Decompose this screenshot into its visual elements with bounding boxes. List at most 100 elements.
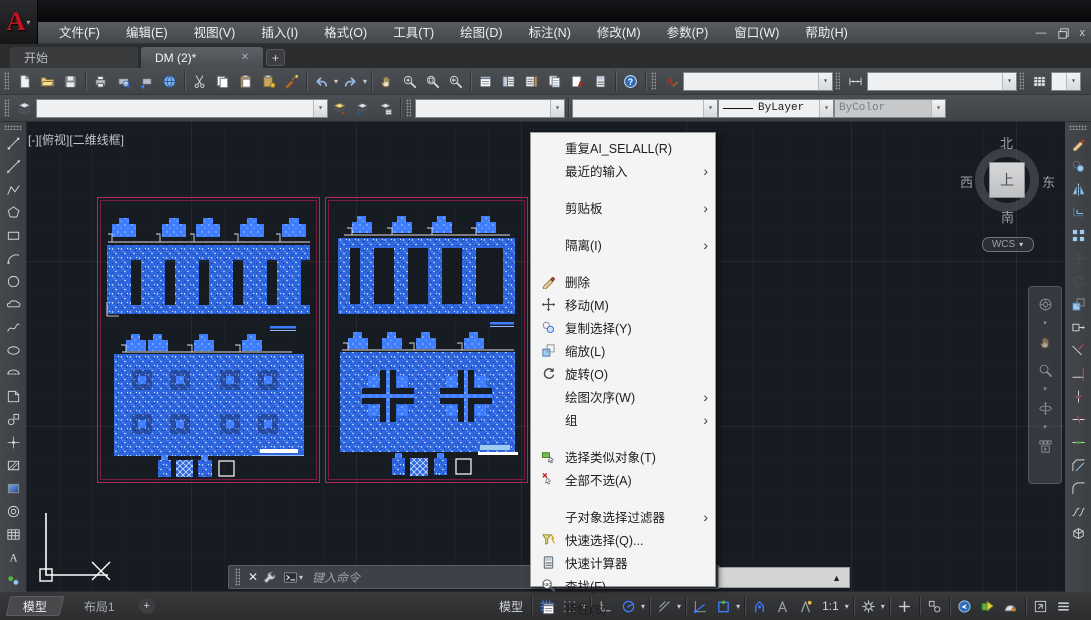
point-button[interactable] xyxy=(2,431,25,454)
save-button[interactable] xyxy=(59,70,82,92)
polygon-button[interactable] xyxy=(2,201,25,224)
plot-button[interactable] xyxy=(135,70,158,92)
offset-button[interactable] xyxy=(1067,201,1090,224)
tab-layout1[interactable]: 布局1 xyxy=(68,596,132,616)
undo-button[interactable] xyxy=(310,70,333,92)
graphics-warn-button[interactable] xyxy=(999,595,1022,617)
color-combo[interactable]: ▾ xyxy=(415,99,565,118)
cad-sheet-2[interactable] xyxy=(325,197,528,483)
hatch-button[interactable] xyxy=(2,454,25,477)
array-button[interactable] xyxy=(1067,224,1090,247)
menu-item-7[interactable]: 绘图(D) xyxy=(447,22,515,44)
redo-button[interactable] xyxy=(339,70,362,92)
annotation-scale-value[interactable]: 1:1 xyxy=(817,599,844,613)
plus-button[interactable] xyxy=(893,595,916,617)
menu-item-2[interactable]: 编辑(E) xyxy=(113,22,181,44)
command-close-icon[interactable]: ✕ xyxy=(244,570,262,584)
insert-block-button[interactable] xyxy=(2,385,25,408)
zoom-window-button[interactable] xyxy=(421,70,444,92)
toolbar-grip[interactable] xyxy=(651,72,656,90)
print-button[interactable] xyxy=(89,70,112,92)
anno-auto-button[interactable] xyxy=(794,595,817,617)
menu-item-8[interactable]: 标注(N) xyxy=(516,22,584,44)
ellipse-button[interactable] xyxy=(2,339,25,362)
open-folder-button[interactable] xyxy=(36,70,59,92)
properties-window-button[interactable] xyxy=(474,70,497,92)
statusbar-model-label[interactable]: 模型 xyxy=(494,598,528,615)
isolate-button[interactable] xyxy=(923,595,946,617)
menu-item-11[interactable]: 窗口(W) xyxy=(721,22,792,44)
menu-item-9[interactable]: 修改(M) xyxy=(584,22,654,44)
tab-document[interactable]: DM (2)*✕ xyxy=(141,47,263,68)
pan-hand-button[interactable] xyxy=(1032,329,1058,355)
context-menu-item[interactable]: 复制选择(Y) xyxy=(531,316,715,339)
history-up-arrow-icon[interactable]: ▲ xyxy=(832,573,841,583)
lineweight-combo[interactable]: ▾ xyxy=(572,99,718,118)
doc-minimize-icon[interactable]: — xyxy=(1036,28,1047,39)
chevron-down-icon[interactable]: ▾ xyxy=(1042,385,1048,393)
mirror-button[interactable] xyxy=(1067,178,1090,201)
copy-objects-button[interactable] xyxy=(1067,155,1090,178)
toolbar-grip[interactable] xyxy=(1019,72,1024,90)
markup-button[interactable] xyxy=(566,70,589,92)
erase-button[interactable] xyxy=(1067,132,1090,155)
graphics-perf-button[interactable] xyxy=(953,595,976,617)
chevron-down-icon[interactable]: ▾ xyxy=(819,100,833,117)
layer-previous-button[interactable] xyxy=(351,97,374,119)
print-preview-button[interactable] xyxy=(112,70,135,92)
viewcube-west-label[interactable]: 西 xyxy=(960,172,973,191)
fillet-button[interactable] xyxy=(1067,477,1090,500)
command-input[interactable]: 键入命令 xyxy=(312,569,360,586)
context-menu-item[interactable]: 删除 xyxy=(531,270,715,293)
context-menu-item[interactable]: 隔离(I)› xyxy=(531,233,715,256)
paste-special-button[interactable] xyxy=(257,70,280,92)
zoom-previous-button[interactable] xyxy=(444,70,467,92)
doc-restore-icon[interactable] xyxy=(1056,26,1071,41)
chevron-down-icon[interactable]: ▾ xyxy=(880,602,886,611)
sheetset-button[interactable] xyxy=(543,70,566,92)
dim-style-combo[interactable]: ▾ xyxy=(867,72,1017,91)
context-menu-item[interactable]: 快速选择(Q)... xyxy=(531,528,715,551)
break-button[interactable] xyxy=(1067,408,1090,431)
chevron-down-icon[interactable]: ▾ xyxy=(844,602,850,611)
context-menu-item[interactable]: 特性(S) xyxy=(531,597,715,620)
command-history-bar[interactable]: ▲ xyxy=(718,567,850,588)
context-menu-item[interactable]: 全部不选(A) xyxy=(531,468,715,491)
orbit-button[interactable] xyxy=(1032,395,1058,421)
toolbar-grip[interactable] xyxy=(4,72,9,90)
help-button[interactable]: ? xyxy=(619,70,642,92)
chevron-down-icon[interactable]: ▾ xyxy=(1066,73,1080,90)
chevron-down-icon[interactable]: ▾ xyxy=(1002,73,1016,90)
osnap-button[interactable] xyxy=(712,595,735,617)
menu-item-3[interactable]: 视图(V) xyxy=(181,22,249,44)
line-button[interactable] xyxy=(2,132,25,155)
blend-button[interactable] xyxy=(1067,500,1090,523)
new-tab-button[interactable]: + xyxy=(266,49,285,66)
chevron-down-icon[interactable]: ▾ xyxy=(362,77,368,86)
new-file-button[interactable] xyxy=(13,70,36,92)
menu-item-6[interactable]: 工具(T) xyxy=(380,22,447,44)
context-menu-item[interactable]: 重复AI_SELALL(R) xyxy=(531,136,715,159)
chamfer-button[interactable] xyxy=(1067,454,1090,477)
table-style-combo[interactable]: ▾ xyxy=(1051,72,1081,91)
rectangle-button[interactable] xyxy=(2,224,25,247)
copy-button[interactable] xyxy=(211,70,234,92)
context-menu-item[interactable]: 选择类似对象(T) xyxy=(531,445,715,468)
arc-button[interactable] xyxy=(2,247,25,270)
context-menu-item[interactable]: 旋转(O) xyxy=(531,362,715,385)
chevron-down-icon[interactable]: ▾ xyxy=(1042,423,1048,431)
menu-item-5[interactable]: 格式(O) xyxy=(311,22,380,44)
publish-web-button[interactable] xyxy=(158,70,181,92)
chevron-down-icon[interactable]: ▾ xyxy=(703,100,717,117)
spline-button[interactable] xyxy=(2,316,25,339)
anno-add-button[interactable] xyxy=(771,595,794,617)
context-menu-item[interactable]: 移动(M) xyxy=(531,293,715,316)
anno-vis-button[interactable] xyxy=(748,595,771,617)
match-props-button[interactable] xyxy=(280,70,303,92)
ellipse-arc-button[interactable] xyxy=(2,362,25,385)
join-button[interactable] xyxy=(1067,431,1090,454)
move-button[interactable] xyxy=(1067,247,1090,270)
tool-palettes-button[interactable] xyxy=(520,70,543,92)
explode-button[interactable] xyxy=(1067,523,1090,546)
mtext-button[interactable]: A xyxy=(2,546,25,569)
